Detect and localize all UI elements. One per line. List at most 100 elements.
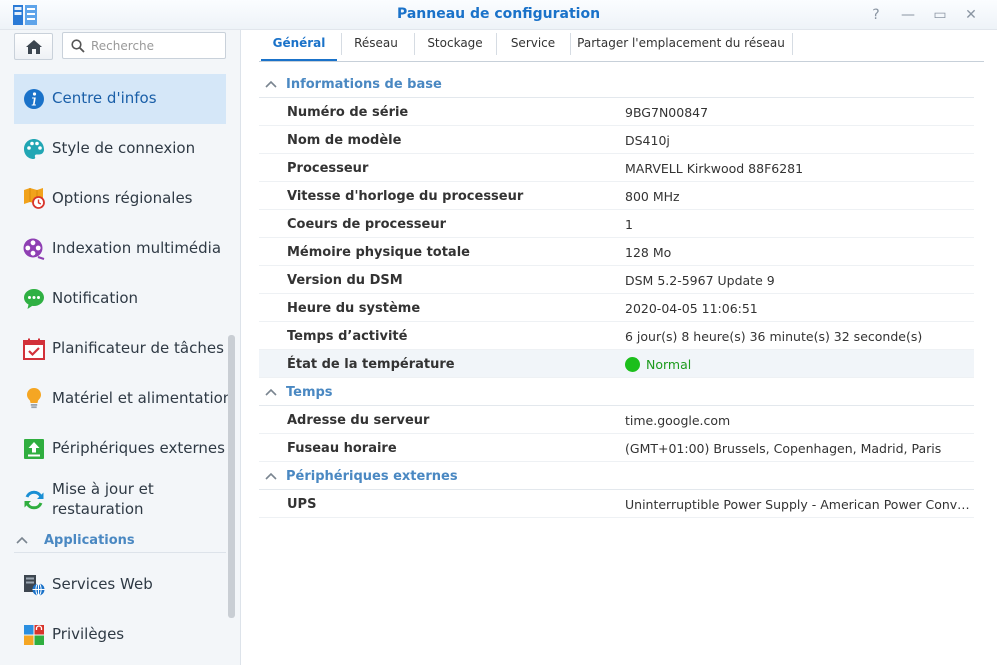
info-key: Temps d’activité: [287, 329, 408, 344]
sidebar-item-label: Périphériques externes: [52, 439, 225, 457]
info-value: Uninterruptible Power Supply - American …: [625, 497, 970, 512]
info-key: Nom de modèle: [287, 133, 402, 148]
info-row: Vitesse d'horloge du processeur 800 MHz: [259, 182, 974, 210]
sidebar-item-label: Planificateur de tâches: [52, 339, 224, 357]
sidebar-item-label: Mise à jour et restauration: [52, 480, 154, 518]
info-row: UPS Uninterruptible Power Supply - Americ…: [259, 490, 974, 518]
title-bar: Panneau de configuration ? — ▭ ✕: [0, 0, 997, 30]
info-value: 2020-04-05 11:06:51: [625, 301, 758, 316]
search-icon: [71, 39, 85, 53]
info-key: État de la température: [287, 357, 455, 372]
chevron-up-icon: [265, 80, 277, 88]
tab-stockage[interactable]: Stockage: [415, 30, 495, 61]
web-services-icon: [24, 575, 45, 596]
sidebar-item-centre-infos[interactable]: Centre d'infos: [14, 74, 226, 124]
sidebar-item-peripheriques-externes[interactable]: Périphériques externes: [14, 424, 226, 474]
info-key: Heure du système: [287, 301, 421, 316]
info-row: Processeur MARVELL Kirkwood 88F6281: [259, 154, 974, 182]
info-row: Heure du système 2020-04-05 11:06:51: [259, 294, 974, 322]
sidebar-item-privileges[interactable]: Privilèges: [14, 610, 226, 660]
info-row-temperature: État de la température Normal: [259, 350, 974, 378]
info-value: 1: [625, 217, 633, 232]
info-key: Mémoire physique totale: [287, 245, 470, 260]
tab-partager-emplacement[interactable]: Partager l'emplacement du réseau: [571, 30, 791, 61]
info-row: Adresse du serveur time.google.com: [259, 406, 974, 434]
info-key: UPS: [287, 497, 317, 512]
sidebar-item-label: Style de connexion: [52, 139, 196, 157]
map-clock-icon: [24, 188, 45, 209]
calendar-check-icon: [23, 338, 45, 360]
sidebar-item-mise-a-jour-restauration[interactable]: Mise à jour et restauration: [14, 474, 226, 524]
info-value: 6 jour(s) 8 heure(s) 36 minute(s) 32 sec…: [625, 329, 923, 344]
info-row: Coeurs de processeur 1: [259, 210, 974, 238]
info-row: Temps d’activité 6 jour(s) 8 heure(s) 36 …: [259, 322, 974, 350]
info-value: 800 MHz: [625, 189, 680, 204]
tab-reseau[interactable]: Réseau: [342, 30, 410, 61]
tab-general[interactable]: Général: [261, 30, 337, 61]
sidebar-item-materiel-alimentation[interactable]: Matériel et alimentation: [14, 374, 232, 424]
info-row: Version du DSM DSM 5.2-5967 Update 9: [259, 266, 974, 294]
sidebar-item-options-regionales[interactable]: Options régionales: [14, 174, 226, 224]
info-value: 128 Mo: [625, 245, 672, 260]
sidebar-item-label: Options régionales: [52, 189, 193, 207]
sidebar-item-services-web[interactable]: Services Web: [14, 560, 226, 610]
info-row: Nom de modèle DS410j: [259, 126, 974, 154]
close-button[interactable]: ✕: [961, 5, 981, 25]
lightbulb-icon: [27, 388, 41, 409]
privileges-icon: [24, 625, 44, 645]
info-row: Numéro de série 9BG7N00847: [259, 98, 974, 126]
sidebar-item-label: Indexation multimédia: [52, 239, 222, 257]
chat-bubble-icon: [24, 289, 44, 309]
section-header-time[interactable]: Temps: [259, 378, 974, 406]
info-key: Adresse du serveur: [287, 413, 430, 428]
info-value: (GMT+01:00) Brussels, Copenhagen, Madrid…: [625, 441, 942, 456]
home-icon: [26, 40, 42, 54]
search-input[interactable]: [91, 36, 221, 56]
home-button[interactable]: [14, 33, 53, 60]
info-value: time.google.com: [625, 413, 731, 428]
info-value: MARVELL Kirkwood 88F6281: [625, 161, 804, 176]
sidebar-item-label: Notification: [52, 289, 139, 307]
sidebar-item-notification[interactable]: Notification: [14, 274, 226, 324]
info-value: DSM 5.2-5967 Update 9: [625, 273, 775, 288]
chevron-up-icon: [16, 536, 28, 544]
info-row: Mémoire physique totale 128 Mo: [259, 238, 974, 266]
info-key: Coeurs de processeur: [287, 217, 446, 232]
section-header-external[interactable]: Périphériques externes: [259, 462, 974, 490]
window-title: Panneau de configuration: [396, 6, 601, 22]
sidebar-item-indexation-multimedia[interactable]: Indexation multimédia: [14, 224, 226, 274]
search-box[interactable]: [62, 32, 226, 59]
sidebar-group-applications[interactable]: Applications: [14, 533, 226, 553]
sidebar-item-style-connexion[interactable]: Style de connexion: [14, 124, 226, 174]
info-icon: [24, 89, 44, 109]
info-row: Fuseau horaire (GMT+01:00) Brussels, Cope…: [259, 434, 974, 462]
info-key: Vitesse d'horloge du processeur: [287, 189, 524, 204]
sidebar-scrollbar[interactable]: [228, 335, 235, 618]
section-title: Temps: [286, 385, 333, 400]
help-button[interactable]: ?: [866, 5, 886, 25]
sidebar-group-label: Applications: [44, 533, 135, 548]
info-key: Numéro de série: [287, 105, 409, 120]
maximize-button[interactable]: ▭: [930, 5, 950, 25]
chevron-up-icon: [265, 472, 277, 480]
tab-service[interactable]: Service: [497, 30, 569, 61]
info-value: Normal: [625, 357, 970, 372]
tab-bar: Général Réseau Stockage Service Partager…: [259, 30, 984, 62]
sidebar-item-label: Centre d'infos: [52, 89, 157, 107]
section-header-basic[interactable]: Informations de base: [259, 70, 974, 98]
palette-icon: [24, 139, 44, 159]
sidebar-item-planificateur-taches[interactable]: Planificateur de tâches: [14, 324, 226, 374]
section-title: Périphériques externes: [286, 469, 458, 484]
status-ok-icon: [625, 357, 640, 372]
info-key: Fuseau horaire: [287, 441, 397, 456]
chevron-up-icon: [265, 388, 277, 396]
temperature-status: Normal: [646, 357, 692, 372]
info-key: Version du DSM: [287, 273, 403, 288]
section-title: Informations de base: [286, 77, 442, 92]
info-key: Processeur: [287, 161, 369, 176]
minimize-button[interactable]: —: [898, 5, 918, 25]
sidebar-item-label: Privilèges: [52, 625, 125, 643]
info-value: DS410j: [625, 133, 670, 148]
upload-icon: [24, 439, 44, 459]
info-value: 9BG7N00847: [625, 105, 709, 120]
